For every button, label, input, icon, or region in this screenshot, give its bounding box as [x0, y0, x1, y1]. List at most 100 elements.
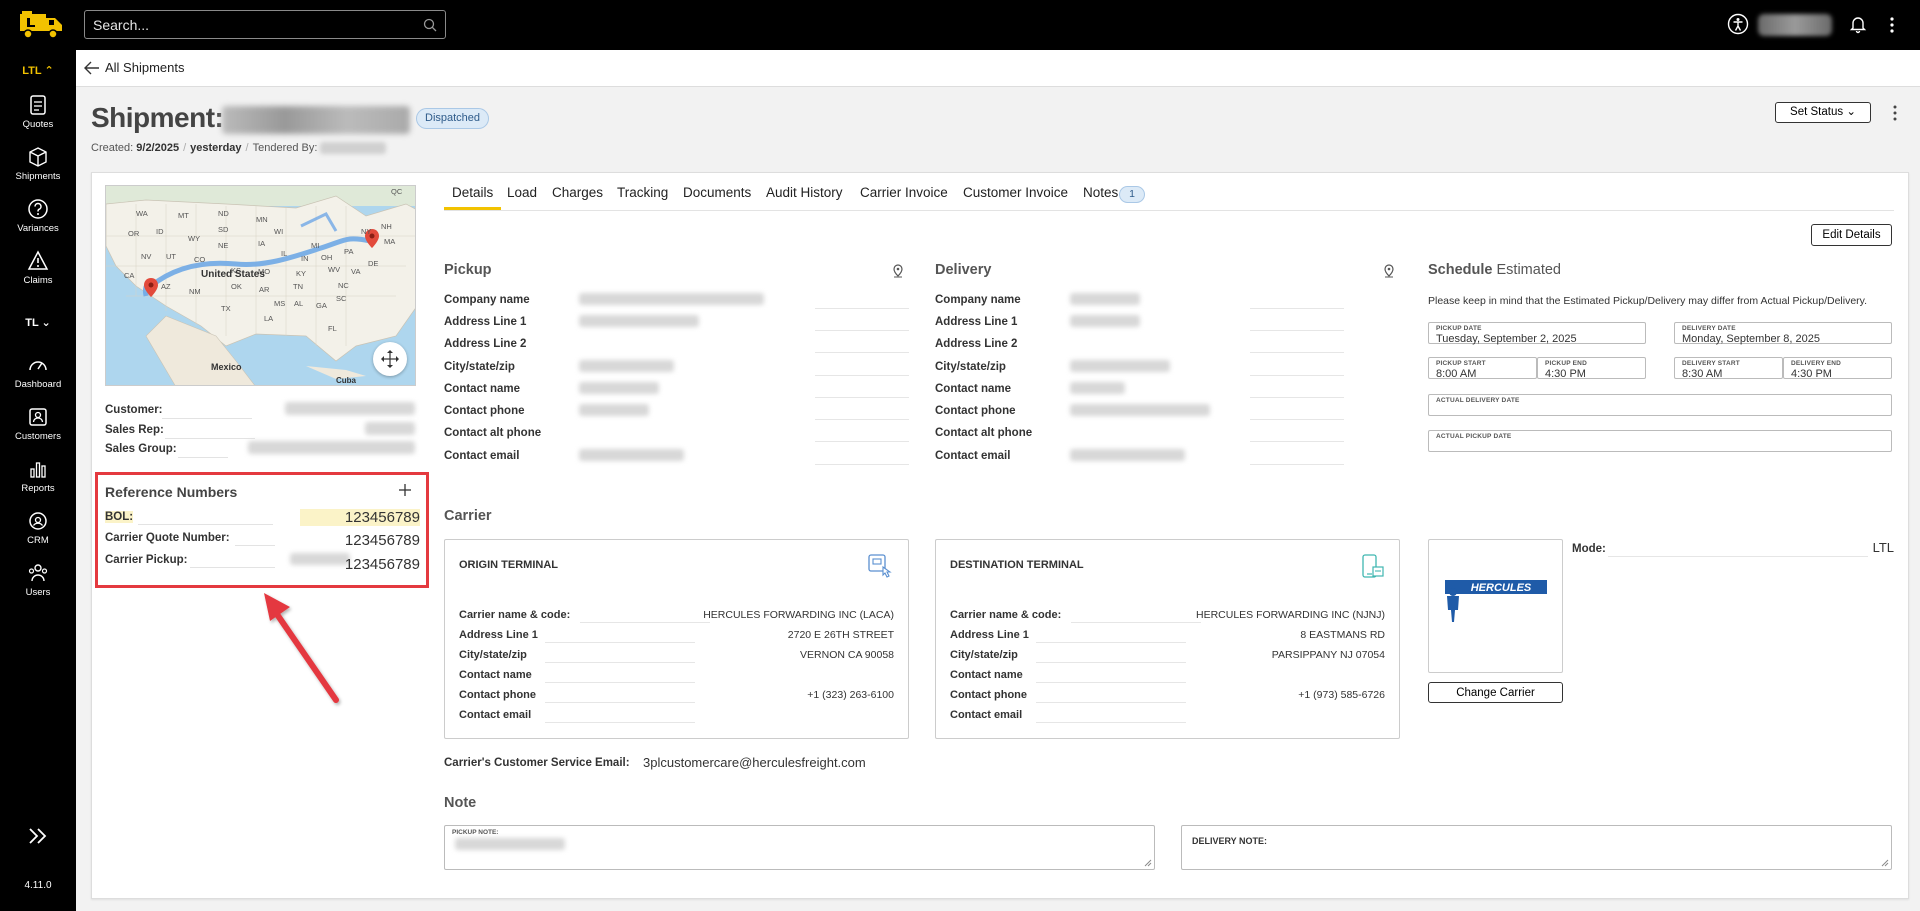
- sidebar-item-variances[interactable]: Variances: [0, 198, 76, 234]
- truck-logo-icon[interactable]: [18, 10, 64, 40]
- delivery-field-label: Contact email: [935, 450, 1011, 462]
- pickup-start-field[interactable]: PICKUP START 8:00 AM: [1428, 357, 1537, 380]
- sidebar-item-dashboard[interactable]: Dashboard: [0, 354, 76, 390]
- pickup-field-value-redacted: [579, 315, 699, 327]
- svg-text:QC: QC: [391, 187, 403, 196]
- delivery-field-divider: [1250, 419, 1344, 420]
- terminal-row-label: Address Line 1: [459, 629, 538, 641]
- terminal-row-divider: [545, 642, 695, 643]
- tab-carrier-invoice[interactable]: Carrier Invoice: [860, 185, 948, 200]
- actual-delivery-date-field[interactable]: ACTUAL DELIVERY DATE: [1428, 394, 1892, 416]
- more-vertical-icon[interactable]: [1886, 14, 1898, 36]
- hercules-logo-icon: HERCULES: [1445, 580, 1547, 622]
- annotation-arrow: [264, 593, 339, 703]
- top-bar: [0, 0, 1920, 50]
- carrier-logo: HERCULES: [1428, 539, 1563, 673]
- schedule-note: Please keep in mind that the Estimated P…: [1428, 295, 1868, 307]
- crm-cycle-icon: [29, 512, 47, 530]
- svg-text:SD: SD: [218, 225, 229, 234]
- map-fullscreen-button[interactable]: [373, 342, 407, 376]
- delivery-date-field[interactable]: DELIVERY DATE Monday, September 8, 2025: [1674, 322, 1892, 345]
- terminal-row-divider: [1036, 662, 1186, 663]
- sidebar-group-ltl[interactable]: LTL ⌃: [0, 64, 76, 77]
- search-box[interactable]: [84, 10, 446, 39]
- sidebar-item-crm[interactable]: CRM: [0, 510, 76, 546]
- set-status-button[interactable]: Set Status ⌄: [1775, 102, 1871, 123]
- schedule-subtitle: Estimated: [1496, 262, 1561, 278]
- terminal-row-label: Contact name: [459, 669, 532, 681]
- svg-text:NE: NE: [218, 241, 228, 250]
- question-circle-icon: [28, 199, 48, 219]
- more-vertical-icon[interactable]: [1891, 103, 1899, 123]
- user-name-redacted[interactable]: [1758, 14, 1832, 36]
- pickup-date-field[interactable]: PICKUP DATE Tuesday, September 2, 2025: [1428, 322, 1646, 345]
- svg-text:VA: VA: [351, 267, 360, 276]
- sidebar-group-tl[interactable]: TL ⌄: [0, 316, 76, 329]
- delivery-field-divider: [1250, 441, 1344, 442]
- svg-text:CA: CA: [124, 271, 134, 280]
- terminal-row-label: City/state/zip: [950, 649, 1018, 661]
- delivery-end-field[interactable]: DELIVERY END 4:30 PM: [1783, 357, 1892, 380]
- pickup-field-label: Contact name: [444, 383, 521, 395]
- delivery-field-label: City/state/zip: [935, 361, 1006, 373]
- sidebar-item-customers[interactable]: Customers: [0, 406, 76, 442]
- route-map[interactable]: QC WA MT ND MN OR ID SD WY WI MI NE IA N…: [105, 185, 416, 386]
- svg-text:OH: OH: [321, 253, 332, 262]
- plus-icon[interactable]: [398, 483, 412, 497]
- actual-pickup-date-field[interactable]: ACTUAL PICKUP DATE: [1428, 430, 1892, 452]
- expand-arrows-icon: [381, 350, 399, 368]
- resize-grip-icon[interactable]: [1144, 859, 1152, 867]
- delivery-field-label: Company name: [935, 294, 1021, 306]
- status-badge: Dispatched: [416, 108, 490, 129]
- search-icon[interactable]: [423, 18, 437, 32]
- sidebar-item-users[interactable]: Users: [0, 562, 76, 598]
- tab-charges[interactable]: Charges: [552, 185, 603, 200]
- resize-grip-icon[interactable]: [1881, 859, 1889, 867]
- sidebar-item-quotes[interactable]: Quotes: [0, 94, 76, 130]
- sidebar-item-claims[interactable]: Claims: [0, 250, 76, 286]
- svg-text:CO: CO: [194, 255, 205, 264]
- pickup-end-field[interactable]: PICKUP END 4:30 PM: [1537, 357, 1646, 380]
- terminal-row-divider: [580, 622, 710, 623]
- delivery-field-value-redacted: [1070, 449, 1185, 461]
- reference-row-value: 123456789: [344, 556, 420, 573]
- pickup-title: Pickup: [444, 262, 492, 278]
- pickup-field-label: Contact phone: [444, 405, 525, 417]
- search-input[interactable]: [85, 11, 445, 38]
- location-pin-icon[interactable]: [1383, 264, 1395, 278]
- expand-sidebar-icon[interactable]: [26, 824, 50, 848]
- customer-value-redacted: [285, 402, 415, 415]
- tab-tracking[interactable]: Tracking: [617, 185, 668, 200]
- pickup-field-label: Company name: [444, 294, 530, 306]
- pickup-field-label: Contact email: [444, 450, 520, 462]
- bell-icon[interactable]: [1848, 14, 1868, 34]
- svg-text:UT: UT: [166, 252, 176, 261]
- pickup-field-label: Address Line 1: [444, 316, 527, 328]
- tab-audit-history[interactable]: Audit History: [766, 185, 843, 200]
- customer-label: Customer:: [105, 404, 163, 416]
- delivery-note-textarea[interactable]: DELIVERY NOTE:: [1181, 825, 1892, 870]
- delivery-start-field[interactable]: DELIVERY START 8:30 AM: [1674, 357, 1783, 380]
- terminal-row-divider: [1036, 682, 1186, 683]
- tab-load[interactable]: Load: [507, 185, 537, 200]
- arrow-left-icon[interactable]: [84, 61, 100, 75]
- pickup-note-textarea[interactable]: PICKUP NOTE:: [444, 825, 1155, 870]
- change-carrier-button[interactable]: Change Carrier: [1428, 682, 1563, 703]
- location-pin-icon[interactable]: [892, 264, 904, 278]
- sidebar-item-shipments[interactable]: Shipments: [0, 146, 76, 182]
- terminal-row-label: Carrier name & code:: [459, 609, 571, 621]
- tab-customer-invoice[interactable]: Customer Invoice: [963, 185, 1068, 200]
- reference-row-value: 123456789: [300, 509, 420, 526]
- accessibility-icon[interactable]: [1727, 13, 1749, 35]
- terminal-row-divider: [545, 702, 695, 703]
- active-tab-indicator: [444, 207, 501, 210]
- back-to-all-shipments-link[interactable]: All Shipments: [105, 60, 184, 75]
- sidebar-item-reports[interactable]: Reports: [0, 458, 76, 494]
- sales-group-value-redacted: [248, 441, 415, 454]
- edit-details-button[interactable]: Edit Details: [1811, 224, 1892, 246]
- svg-text:ID: ID: [156, 227, 164, 236]
- tab-documents[interactable]: Documents: [683, 185, 751, 200]
- tab-details[interactable]: Details: [452, 185, 493, 200]
- tab-notes[interactable]: Notes: [1083, 185, 1118, 200]
- mode-label: Mode:: [1572, 543, 1606, 555]
